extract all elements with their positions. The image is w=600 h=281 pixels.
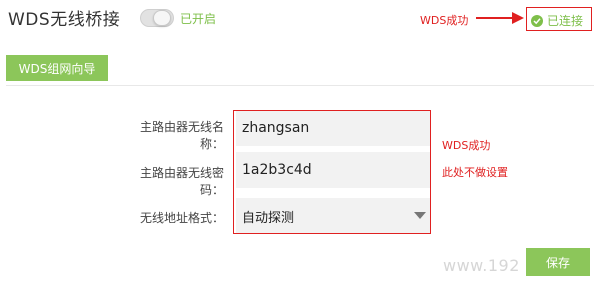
annotation-wds-success-top: WDS成功 xyxy=(420,14,469,27)
ssid-field[interactable]: zhangsan xyxy=(236,110,430,146)
connection-status-label: 已连接 xyxy=(547,14,584,28)
arrow-right-icon xyxy=(476,12,524,24)
address-format-label: 无线地址格式： xyxy=(139,211,224,225)
divider xyxy=(6,85,594,86)
address-format-select[interactable]: 自动探测 xyxy=(236,198,430,234)
password-field[interactable]: 1a2b3c4d xyxy=(236,152,430,188)
ssid-value: zhangsan xyxy=(242,120,310,136)
check-circle-icon xyxy=(531,14,543,27)
wds-toggle[interactable] xyxy=(140,9,174,27)
save-button[interactable]: 保存 xyxy=(526,248,590,276)
toggle-status-text: 已开启 xyxy=(180,12,217,26)
password-value: 1a2b3c4d xyxy=(242,162,312,178)
watermark: www.192 xyxy=(443,256,520,275)
annotation-no-setting: 此处不做设置 xyxy=(442,166,508,179)
password-label: 主路由器无线密码： xyxy=(139,166,224,197)
annotation-wds-success: WDS成功 xyxy=(442,139,491,152)
toggle-knob xyxy=(153,10,171,26)
chevron-down-icon xyxy=(414,212,426,219)
page-title: WDS无线桥接 xyxy=(8,10,121,30)
wds-wizard-button[interactable]: WDS组网向导 xyxy=(6,55,108,81)
connection-status-badge: 已连接 xyxy=(526,7,592,31)
ssid-label: 主路由器无线名称： xyxy=(139,120,224,151)
address-format-value: 自动探测 xyxy=(242,210,295,226)
